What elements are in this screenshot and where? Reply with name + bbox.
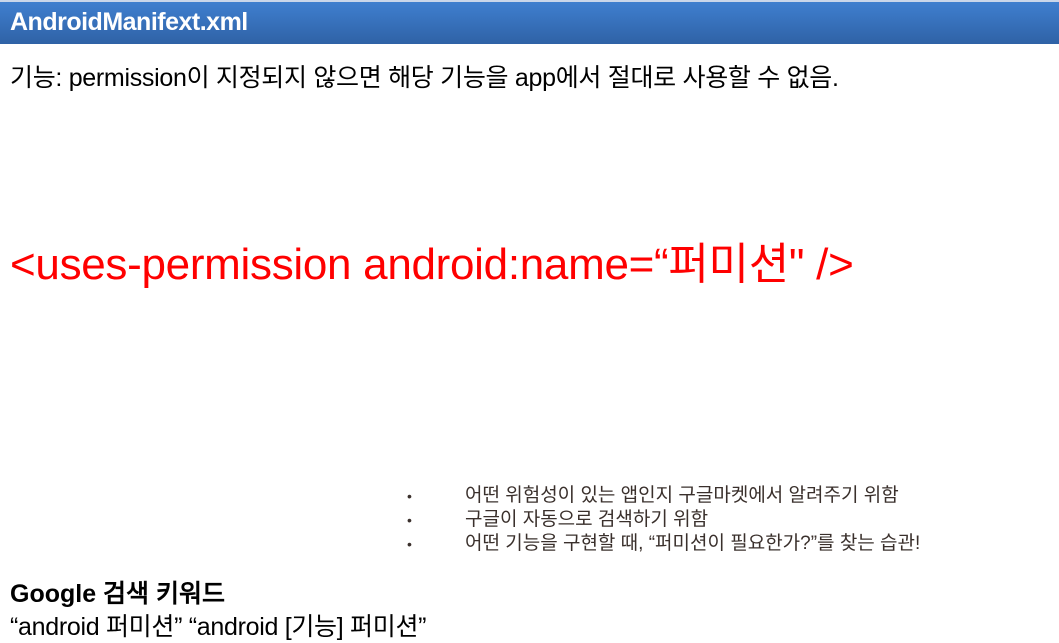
bullet-icon: • — [407, 488, 412, 504]
title-bar: AndroidManifext.xml — [0, 0, 1059, 44]
list-item-text: 어떤 기능을 구현할 때, “퍼미션이 필요한가?”를 찾는 습관! — [465, 533, 921, 554]
list-item-text: 어떤 위험성이 있는 앱인지 구글마켓에서 알려주기 위함 — [465, 485, 899, 506]
bullet-icon: • — [407, 512, 412, 528]
list-item: • 어떤 위험성이 있는 앱인지 구글마켓에서 알려주기 위함 — [405, 484, 920, 508]
bullet-list: • 어떤 위험성이 있는 앱인지 구글마켓에서 알려주기 위함 • 구글이 자동으로… — [405, 484, 920, 556]
keywords-heading: Google 검색 키워드 — [10, 580, 226, 608]
list-item-text: 구글이 자동으로 검색하기 위함 — [465, 509, 709, 530]
bullet-icon: • — [407, 536, 412, 552]
code-snippet: <uses-permission android:name=“퍼미션" /> — [10, 240, 854, 289]
page-title: AndroidManifext.xml — [10, 8, 248, 36]
list-item: • 어떤 기능을 구현할 때, “퍼미션이 필요한가?”를 찾는 습관! — [405, 532, 920, 556]
list-item: • 구글이 자동으로 검색하기 위함 — [405, 508, 920, 532]
keywords-text: “android 퍼미션” “android [기능] 퍼미션” — [10, 613, 427, 641]
description-text: 기능: permission이 지정되지 않으면 해당 기능을 app에서 절대… — [10, 64, 839, 92]
